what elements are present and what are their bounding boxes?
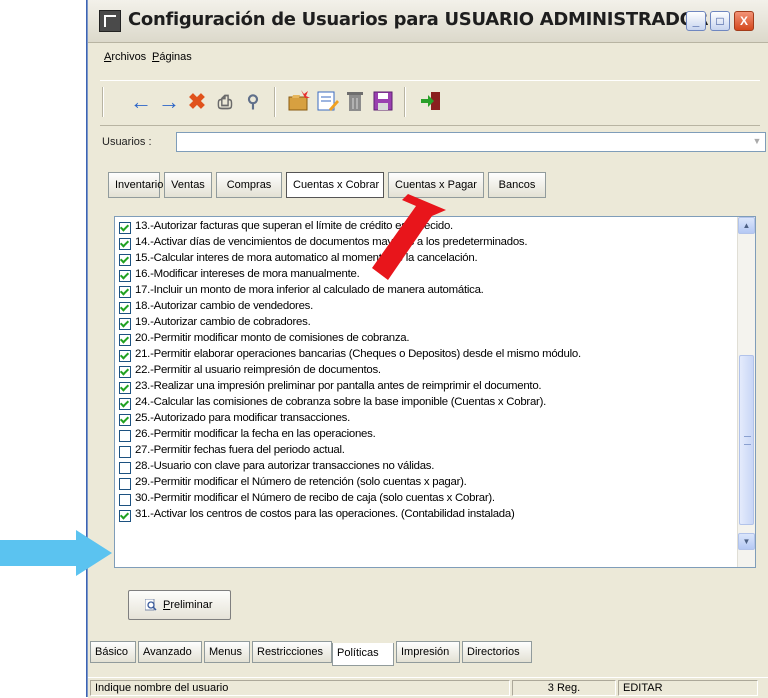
checkbox[interactable] [119, 286, 131, 298]
tab-restricciones[interactable]: Restricciones [252, 641, 332, 663]
search-icon[interactable]: ⚲ [240, 89, 266, 115]
menu-bar: Archivos Páginas [88, 43, 768, 69]
status-bar: Indique nombre del usuario 3 Reg. EDITAR [88, 677, 768, 698]
menu-paginas[interactable]: Páginas [152, 51, 192, 63]
checkbox[interactable] [119, 382, 131, 394]
tab-politicas[interactable]: Políticas [332, 643, 394, 666]
checkbox[interactable] [119, 318, 131, 330]
new-folder-icon[interactable] [286, 89, 312, 115]
preview-label: Preliminar [163, 599, 213, 611]
red-arrow-annotation [372, 194, 446, 280]
status-hint: Indique nombre del usuario [90, 680, 510, 696]
maximize-button[interactable]: □ [710, 11, 730, 31]
checkbox[interactable] [119, 254, 131, 266]
tab-bancos[interactable]: Bancos [488, 172, 546, 198]
checkbox[interactable] [119, 238, 131, 250]
checkbox[interactable] [119, 414, 131, 426]
toolbar-separator [274, 87, 276, 117]
tab-inventario[interactable]: Inventario [108, 172, 163, 198]
scroll-up-button[interactable]: ▲ [738, 217, 755, 234]
tab-menus[interactable]: Menus [204, 641, 250, 663]
delete-icon[interactable] [342, 89, 368, 115]
checkbox[interactable] [119, 430, 131, 442]
checkbox[interactable] [119, 478, 131, 490]
status-records: 3 Reg. [512, 680, 616, 696]
magnifier-icon [145, 599, 157, 611]
cancel-x-icon[interactable]: ✖ [184, 89, 210, 115]
preview-button[interactable]: Preliminar [128, 590, 231, 620]
forward-arrow-icon[interactable]: → [156, 89, 182, 115]
close-button[interactable]: X [734, 11, 754, 31]
toolbar-separator [404, 87, 406, 117]
vertical-scrollbar[interactable]: ▲ ▼ [737, 217, 755, 567]
tab-compras[interactable]: Compras [216, 172, 282, 198]
back-arrow-icon[interactable]: ← [128, 89, 154, 115]
checkbox[interactable] [119, 350, 131, 362]
checkbox[interactable] [119, 366, 131, 378]
menu-archivos[interactable]: Archivos [104, 51, 146, 63]
checkbox[interactable] [119, 270, 131, 282]
status-mode: EDITAR [618, 680, 758, 696]
checkbox[interactable] [119, 446, 131, 458]
minimize-button[interactable]: _ [686, 11, 706, 31]
save-icon[interactable] [370, 89, 396, 115]
users-label: Usuarios : [102, 136, 152, 148]
users-combobox[interactable] [176, 132, 766, 152]
tab-basico[interactable]: Básico [90, 641, 136, 663]
scroll-down-button[interactable]: ▼ [738, 533, 755, 550]
title-bar[interactable]: Configuración de Usuarios para USUARIO A… [88, 0, 768, 43]
blue-arrow-annotation [0, 530, 112, 576]
checkbox[interactable] [119, 334, 131, 346]
checkbox[interactable] [119, 398, 131, 410]
edit-icon[interactable] [314, 89, 340, 115]
toolbar-separator [102, 87, 104, 117]
checkbox[interactable] [119, 510, 131, 522]
tab-directorios[interactable]: Directorios [462, 641, 532, 663]
grip-icon [744, 436, 751, 445]
scroll-thumb[interactable] [739, 355, 754, 525]
toolbar: ← → ✖ ⎙ ⚲ [100, 80, 760, 126]
chevron-down-icon[interactable]: ▼ [750, 134, 764, 148]
checkbox[interactable] [119, 494, 131, 506]
users-row: Usuarios : ▼ [102, 132, 766, 156]
print-icon[interactable]: ⎙ [212, 89, 238, 115]
window-title: Configuración de Usuarios para USUARIO A… [128, 9, 709, 30]
app-icon [99, 10, 121, 32]
tab-ventas[interactable]: Ventas [164, 172, 212, 198]
tab-impresion[interactable]: Impresión [396, 641, 460, 663]
checkbox[interactable] [119, 222, 131, 234]
exit-icon[interactable] [418, 89, 444, 115]
tab-avanzado[interactable]: Avanzado [138, 641, 202, 663]
checkbox[interactable] [119, 302, 131, 314]
checkbox[interactable] [119, 462, 131, 474]
